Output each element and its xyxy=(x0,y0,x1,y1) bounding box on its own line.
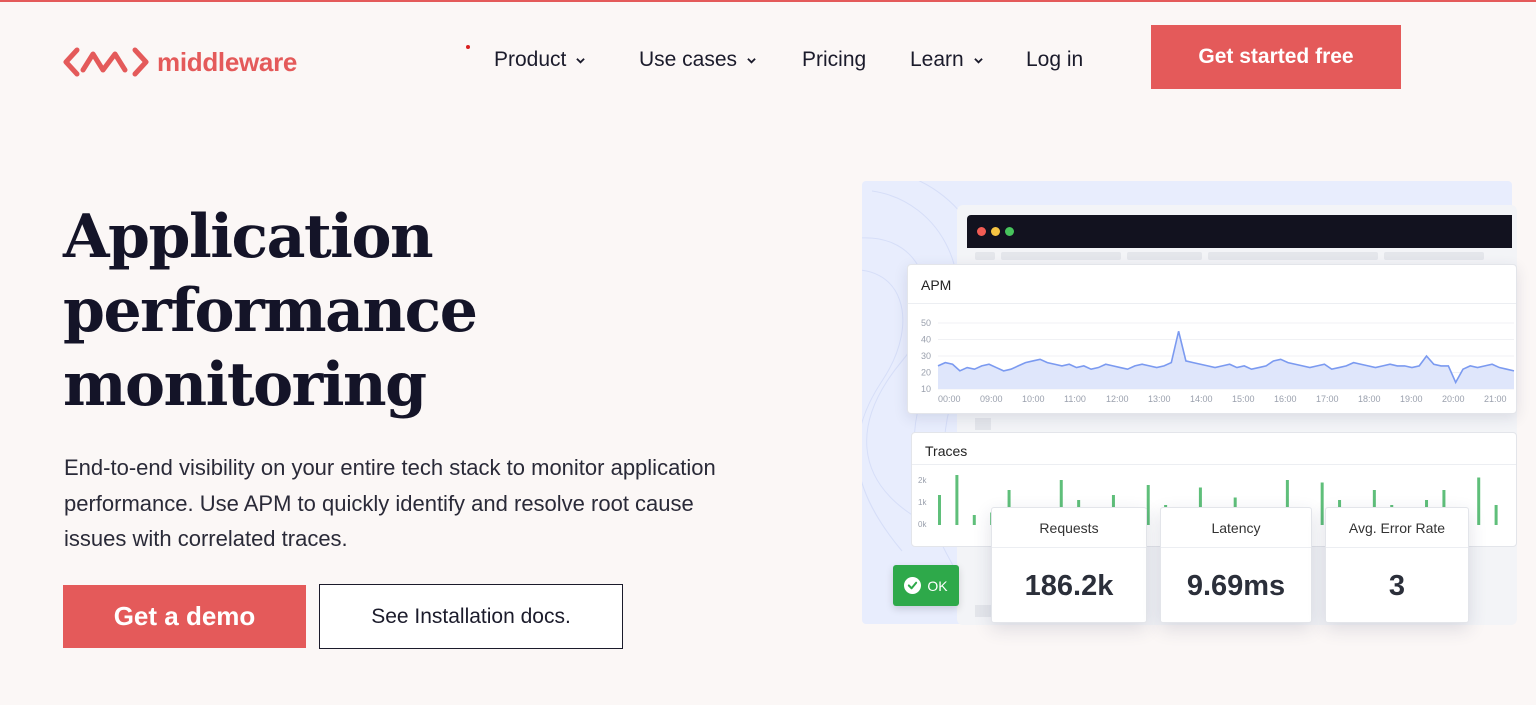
metric-label: Avg. Error Rate xyxy=(1326,508,1468,548)
divider xyxy=(908,303,1516,304)
apm-y-tick: 20 xyxy=(921,368,931,378)
hero-description: End-to-end visibility on your entire tec… xyxy=(64,455,716,551)
placeholder-tabs xyxy=(975,252,1512,260)
minimize-dot-icon xyxy=(991,227,1000,236)
hero-title-line: performance xyxy=(63,276,478,346)
hero-title: Application performance monitoring xyxy=(63,200,583,422)
nav-label: Pricing xyxy=(802,48,867,71)
apm-x-tick: 15:00 xyxy=(1232,394,1255,404)
nav-item-login[interactable]: Log in xyxy=(1026,44,1083,76)
nav-item-pricing[interactable]: Pricing xyxy=(802,44,866,76)
traces-bar xyxy=(1146,485,1150,525)
get-started-free-button[interactable]: Get started free xyxy=(1151,25,1401,89)
nav-item-use-cases[interactable]: Use cases xyxy=(639,44,756,76)
apm-x-tick: 10:00 xyxy=(1022,394,1045,404)
check-circle-icon xyxy=(904,577,922,594)
apm-y-tick: 30 xyxy=(921,351,931,361)
maximize-dot-icon xyxy=(1005,227,1014,236)
traces-y-tick: 0k xyxy=(918,520,927,529)
apm-x-tick: 18:00 xyxy=(1358,394,1381,404)
metric-card-latency: Latency 9.69ms xyxy=(1160,507,1312,623)
traces-bar xyxy=(955,475,959,525)
window-titlebar xyxy=(967,215,1512,248)
brand-name: middleware xyxy=(157,46,298,77)
metric-value: 9.69ms xyxy=(1186,569,1286,602)
chevron-down-icon xyxy=(973,57,983,64)
apm-x-tick: 11:00 xyxy=(1064,394,1086,404)
apm-y-tick: 40 xyxy=(921,335,931,345)
apm-x-tick: 00:00 xyxy=(938,394,961,404)
status-badge: OK xyxy=(893,565,959,606)
apm-x-tick: 21:00 xyxy=(1484,394,1507,404)
apm-x-tick: 13:00 xyxy=(1148,394,1171,404)
nav-item-product[interactable]: Product xyxy=(494,44,586,76)
apm-x-tick: 12:00 xyxy=(1106,394,1129,404)
placeholder-block xyxy=(975,605,991,617)
metric-label: Latency xyxy=(1161,508,1311,548)
metric-label: Requests xyxy=(992,508,1146,548)
chevron-down-icon xyxy=(747,57,756,64)
traces-bar xyxy=(938,495,941,525)
metric-card-error-rate: Avg. Error Rate 3 xyxy=(1325,507,1469,623)
apm-chart-card: APM 50 40 30 20 10 00:00 09:00 10:00 11:00 12:00 1… xyxy=(907,264,1517,414)
get-demo-button[interactable]: Get a demo xyxy=(63,585,306,648)
divider xyxy=(912,464,1516,465)
traces-bar xyxy=(1477,477,1481,525)
traces-y-tick: 1k xyxy=(918,498,927,507)
hero-title-line: monitoring xyxy=(63,350,427,420)
apm-title: APM xyxy=(921,277,952,293)
apm-y-tick: 50 xyxy=(921,318,931,328)
top-accent-line xyxy=(0,0,1536,2)
traces-title: Traces xyxy=(925,443,968,459)
nav-label: Product xyxy=(494,48,567,71)
status-text: OK xyxy=(927,577,948,594)
traces-bar xyxy=(1320,482,1324,525)
nav-label: Log in xyxy=(1026,48,1084,71)
middleware-logo-icon xyxy=(63,47,149,77)
close-dot-icon xyxy=(977,227,986,236)
apm-line-chart: 50 40 30 20 10 00:00 09:00 10:00 11:00 12:00 13:00… xyxy=(921,318,1515,404)
nav-label: Use cases xyxy=(639,48,738,71)
metric-value: 3 xyxy=(1388,569,1406,602)
apm-y-tick: 10 xyxy=(921,384,931,394)
placeholder-block xyxy=(975,418,991,430)
nav-label: Learn xyxy=(910,48,964,71)
apm-x-tick: 09:00 xyxy=(980,394,1003,404)
metric-card-requests: Requests 186.2k xyxy=(991,507,1147,623)
metric-value: 186.2k xyxy=(1024,569,1114,602)
installation-docs-button[interactable]: See Installation docs. xyxy=(319,584,623,649)
traces-bar xyxy=(1494,505,1498,525)
nav-item-learn[interactable]: Learn xyxy=(910,44,983,76)
apm-x-tick: 19:00 xyxy=(1400,394,1423,404)
apm-x-tick: 14:00 xyxy=(1190,394,1213,404)
hero-title-line: Application xyxy=(63,202,434,272)
traces-bar xyxy=(972,515,976,525)
apm-x-tick: 17:00 xyxy=(1316,394,1339,404)
chevron-down-icon xyxy=(576,57,586,64)
apm-x-tick: 16:00 xyxy=(1274,394,1297,404)
brand-logo[interactable]: middleware xyxy=(63,44,297,80)
traces-y-tick: 2k xyxy=(918,476,927,485)
decorative-dot xyxy=(466,45,470,49)
apm-x-tick: 20:00 xyxy=(1442,394,1465,404)
